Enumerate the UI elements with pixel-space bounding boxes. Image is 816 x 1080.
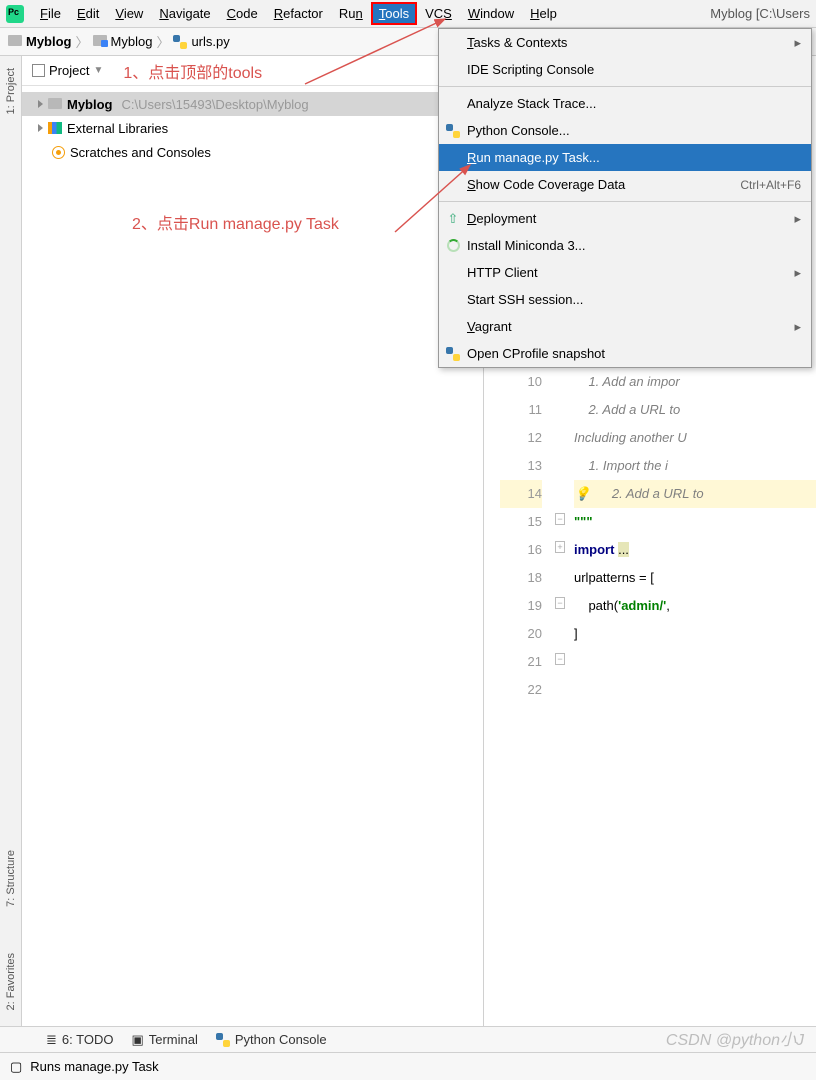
menu-item-deployment[interactable]: ⇧Deployment▸ (439, 205, 811, 232)
tools-menu-dropdown: Tasks & Contexts▸IDE Scripting Console An… (438, 28, 812, 368)
menu-refactor[interactable]: Refactor (266, 2, 331, 25)
breadcrumb-file[interactable]: urls.py (191, 34, 229, 49)
menu-item-vagrant[interactable]: Vagrant▸ (439, 313, 811, 340)
project-icon (32, 64, 45, 77)
pycharm-logo-icon (6, 5, 24, 23)
bottom-tool-tabs: ≣6: TODO ▣Terminal Python Console (0, 1026, 816, 1052)
menu-item-analyze-stack-trace[interactable]: Analyze Stack Trace... (439, 90, 811, 117)
menu-item-http-client[interactable]: HTTP Client▸ (439, 259, 811, 286)
menu-run[interactable]: Run (331, 2, 371, 25)
tab-structure[interactable]: 7: Structure (3, 842, 19, 915)
expand-icon[interactable] (38, 124, 43, 132)
tab-terminal[interactable]: ▣Terminal (131, 1032, 197, 1048)
tab-favorites[interactable]: 2: Favorites (3, 945, 19, 1018)
tree-root-row[interactable]: Myblog C:\Users\15493\Desktop\Myblog (22, 92, 483, 116)
menu-item-start-ssh-session[interactable]: Start SSH session... (439, 286, 811, 313)
menu-item-open-cprofile-snapshot[interactable]: Open CProfile snapshot (439, 340, 811, 367)
window-title: Myblog [C:\Users (710, 6, 810, 21)
annotation-2: 2、点击Run manage.py Task (132, 210, 483, 234)
menu-item-run-manage-py-task[interactable]: Run manage.py Task... (439, 144, 811, 171)
status-text: Runs manage.py Task (30, 1059, 158, 1074)
tab-python-console[interactable]: Python Console (216, 1032, 327, 1047)
annotation-1: 1、点击顶部的tools (123, 59, 262, 83)
status-bar: ▢ Runs manage.py Task (0, 1052, 816, 1080)
menu-vcs[interactable]: VCS (417, 2, 460, 25)
project-tool-window: Project ▼ 1、点击顶部的tools ⊕ ⇆ Myblog C:\Use… (22, 56, 484, 1056)
tab-todo[interactable]: ≣6: TODO (46, 1032, 113, 1048)
code-area[interactable]: 1. Add an impor 2. Add a URL toIncluding… (570, 364, 816, 1056)
window-icon[interactable]: ▢ (10, 1059, 22, 1075)
menu-edit[interactable]: Edit (69, 2, 107, 25)
folder-icon (93, 35, 107, 46)
scratches-icon (52, 146, 65, 159)
tree-scratches[interactable]: Scratches and Consoles (22, 140, 483, 164)
tab-project[interactable]: 1: Project (3, 60, 19, 122)
menu-help[interactable]: Help (522, 2, 565, 25)
chevron-down-icon: ▼ (93, 65, 103, 76)
tree-external-libs[interactable]: External Libraries (22, 116, 483, 140)
python-file-icon (173, 35, 187, 49)
line-gutter[interactable]: 101112131415161819202122 (500, 364, 550, 1056)
menu-item-show-code-coverage-data[interactable]: Show Code Coverage DataCtrl+Alt+F6 (439, 171, 811, 198)
breadcrumb-root[interactable]: Myblog (26, 34, 72, 49)
menu-item-python-console[interactable]: Python Console... (439, 117, 811, 144)
libraries-icon (48, 122, 62, 134)
menu-tools[interactable]: Tools (371, 2, 417, 25)
menu-navigate[interactable]: Navigate (151, 2, 218, 25)
menu-file[interactable]: File (32, 2, 69, 25)
project-pane-selector[interactable]: Project ▼ (32, 63, 103, 78)
menu-code[interactable]: Code (219, 2, 266, 25)
menu-view[interactable]: View (107, 2, 151, 25)
folder-icon (48, 98, 62, 109)
left-tool-tabs: 1: Project 7: Structure 2: Favorites (0, 56, 22, 1056)
expand-icon[interactable] (38, 100, 43, 108)
menu-item-tasks-contexts[interactable]: Tasks & Contexts▸ (439, 29, 811, 56)
project-tree[interactable]: Myblog C:\Users\15493\Desktop\Myblog Ext… (22, 86, 483, 170)
menu-bar: FileEditViewNavigateCodeRefactorRunTools… (0, 0, 816, 28)
fold-gutter[interactable]: −+−− (550, 364, 570, 1056)
python-icon (216, 1033, 230, 1047)
menu-item-ide-scripting-console[interactable]: IDE Scripting Console (439, 56, 811, 83)
menu-window[interactable]: Window (460, 2, 522, 25)
folder-icon (8, 35, 22, 46)
menu-item-install-miniconda-3[interactable]: Install Miniconda 3... (439, 232, 811, 259)
breadcrumb-folder[interactable]: Myblog (111, 34, 153, 49)
